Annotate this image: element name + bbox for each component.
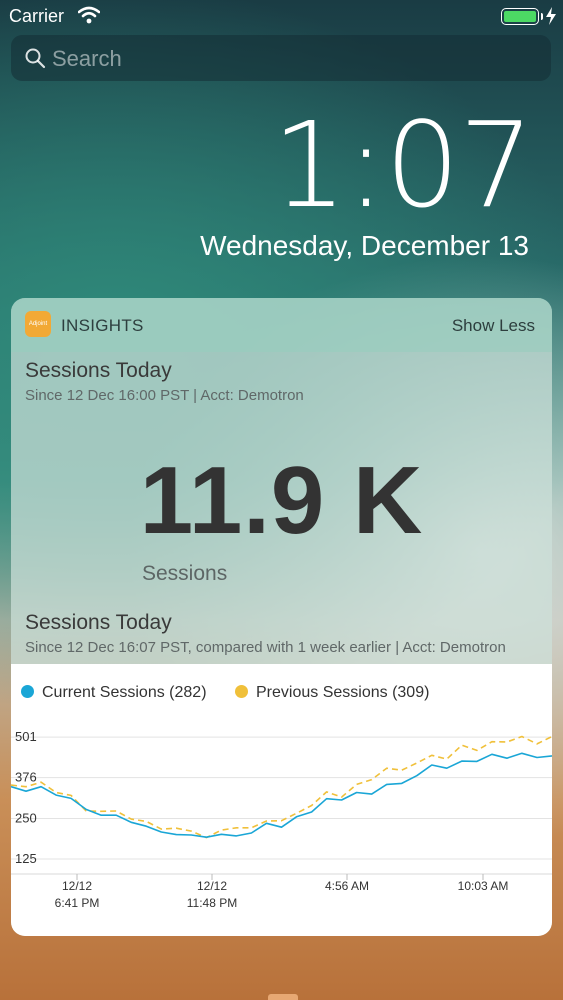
section1-title: Sessions Today bbox=[25, 359, 172, 382]
x-tick-label: 4:56 AM bbox=[325, 879, 369, 893]
section2-subtitle: Since 12 Dec 16:07 PST, compared with 1 … bbox=[25, 639, 506, 656]
charging-bolt-icon bbox=[545, 6, 557, 31]
sessions-value: 11.9 K bbox=[139, 447, 424, 554]
y-tick-label: 501 bbox=[15, 729, 37, 744]
sessions-value-label: Sessions bbox=[142, 562, 228, 585]
x-tick-label: 12/12 bbox=[62, 879, 92, 893]
lockscreen-time: 1:07 bbox=[272, 96, 534, 234]
wifi-icon bbox=[77, 6, 101, 29]
app-name: INSIGHTS bbox=[61, 316, 144, 335]
lockscreen-date: Wednesday, December 13 bbox=[200, 230, 529, 261]
battery-tip bbox=[541, 13, 543, 20]
x-tick-label-2: 6:41 PM bbox=[55, 896, 100, 910]
search-placeholder[interactable]: Search bbox=[52, 46, 122, 72]
show-less-button[interactable]: Show Less bbox=[452, 316, 535, 336]
status-bar: Carrier bbox=[0, 0, 563, 34]
sessions-chart-panel: Current Sessions (282) Previous Sessions… bbox=[11, 664, 552, 936]
app-icon: Adjoint bbox=[25, 311, 51, 337]
section2-title: Sessions Today bbox=[25, 611, 172, 634]
sessions-line-chart: 501 376 250 125 12/12 6:41 PM 12/12 11:48 PM 4:5… bbox=[11, 729, 552, 910]
series-previous-line bbox=[11, 735, 552, 839]
x-tick-label: 10:03 AM bbox=[458, 879, 509, 893]
home-indicator bbox=[268, 994, 298, 1000]
battery-icon bbox=[501, 8, 539, 25]
series-current-line bbox=[11, 752, 552, 838]
x-tick-label-2: 11:48 PM bbox=[187, 896, 237, 910]
y-tick-label: 125 bbox=[15, 851, 37, 866]
insights-widget: Adjoint INSIGHTS Show Less Sessions Toda… bbox=[11, 298, 552, 936]
section1-subtitle: Since 12 Dec 16:00 PST | Acct: Demotron bbox=[25, 387, 304, 404]
search-icon bbox=[24, 47, 46, 74]
y-tick-label: 376 bbox=[15, 770, 37, 785]
y-tick-label: 250 bbox=[15, 810, 37, 825]
widget-header: Adjoint INSIGHTS Show Less bbox=[11, 298, 552, 352]
search-bar[interactable]: Search bbox=[11, 35, 551, 81]
x-tick-label: 12/12 bbox=[197, 879, 227, 893]
carrier-label: Carrier bbox=[9, 6, 65, 26]
